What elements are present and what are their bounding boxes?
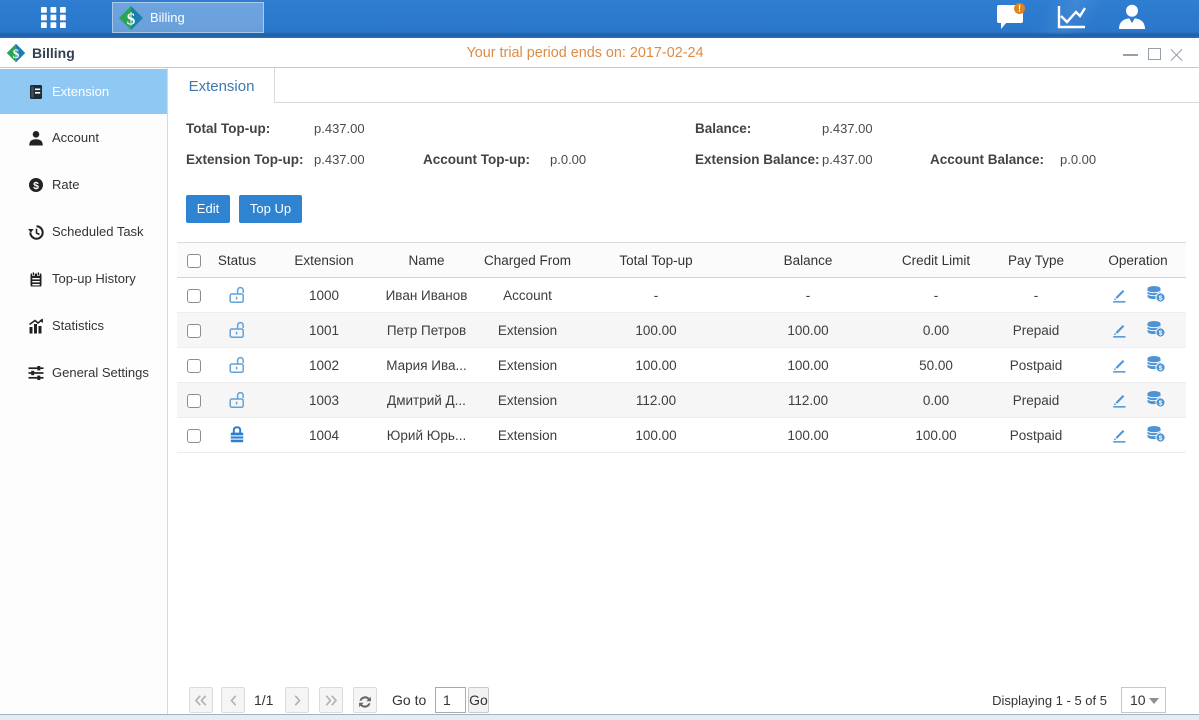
svg-text:$: $ xyxy=(33,180,39,192)
svg-text:$: $ xyxy=(1159,435,1163,442)
svg-text:!: ! xyxy=(1018,4,1021,14)
svg-text:$: $ xyxy=(127,9,136,28)
svg-text:$: $ xyxy=(1159,330,1163,337)
svg-text:$: $ xyxy=(1159,400,1163,407)
svg-text:$: $ xyxy=(1159,365,1163,372)
svg-text:$: $ xyxy=(1159,295,1163,302)
